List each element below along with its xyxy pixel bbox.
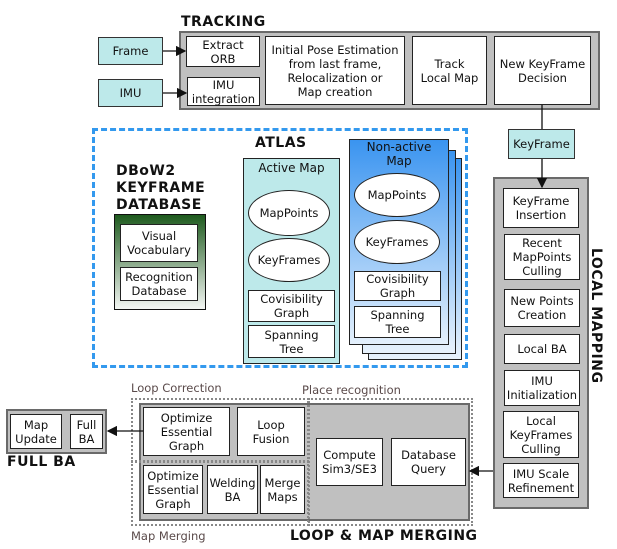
active-mappoints-ellipse: MapPoints <box>248 190 330 236</box>
merge-maps-box: Merge Maps <box>260 465 305 514</box>
new-keyframe-decision-box: New KeyFrame Decision <box>494 36 591 105</box>
lm-step-imu-initialization: IMU Initialization <box>504 370 580 406</box>
extract-orb-box: Extract ORB <box>186 36 260 67</box>
atlas-title: ATLAS <box>255 135 307 151</box>
welding-ba-box: Welding BA <box>207 465 258 514</box>
active-spanning-tree-box: Spanning Tree <box>248 325 335 358</box>
non-active-map-title: Non-active Map <box>366 140 432 168</box>
map-update-box: Map Update <box>10 414 62 449</box>
loop-fusion-box: Loop Fusion <box>237 407 305 456</box>
dbow2-title: DBoW2 KEYFRAME DATABASE <box>116 163 206 213</box>
initial-pose-estimation-box: Initial Pose Estimation from last frame,… <box>265 36 405 105</box>
lm-step-imu-scale-refinement: IMU Scale Refinement <box>503 463 579 498</box>
lm-step-local-ba: Local BA <box>504 334 580 364</box>
active-map-title: Active Map <box>258 161 325 175</box>
database-query-box: Database Query <box>391 438 466 486</box>
map-merging-label: Map Merging <box>131 529 206 543</box>
imu-integration-box: IMU integration <box>187 77 260 106</box>
full-ba-box: Full BA <box>70 414 103 449</box>
nonactive-spanning-tree-box: Spanning Tree <box>354 306 441 338</box>
place-recognition-label: Place recognition <box>302 383 401 397</box>
nonactive-mappoints-ellipse: MapPoints <box>354 173 440 217</box>
active-covisibility-graph-box: Covisibility Graph <box>248 290 335 322</box>
lm-step-recent-mappoints-culling: Recent MapPoints Culling <box>504 234 580 280</box>
imu-input: IMU <box>98 79 163 107</box>
nonactive-covisibility-graph-box: Covisibility Graph <box>354 271 441 301</box>
tracking-title: TRACKING <box>181 14 266 30</box>
frame-input: Frame <box>98 37 163 65</box>
lm-step-local-keyframes-culling: Local KeyFrames Culling <box>503 411 579 458</box>
loop-map-merging-title: LOOP & MAP MERGING <box>290 528 478 544</box>
active-keyframes-ellipse: KeyFrames <box>248 238 330 282</box>
recognition-database-box: Recognition Database <box>120 267 198 301</box>
track-local-map-box: Track Local Map <box>412 36 487 105</box>
lm-step-new-points-creation: New Points Creation <box>504 289 580 327</box>
full-ba-title: FULL BA <box>7 454 76 470</box>
lm-step-keyframe-insertion: KeyFrame Insertion <box>503 188 579 228</box>
mm-optimize-essential-graph-box: Optimize Essential Graph <box>143 465 203 514</box>
compute-sim3-box: Compute Sim3/SE3 <box>316 438 383 486</box>
loop-correction-label: Loop Correction <box>131 381 222 395</box>
keyframe-node: KeyFrame <box>508 129 575 159</box>
local-mapping-title: LOCAL MAPPING <box>588 248 604 384</box>
visual-vocabulary-box: Visual Vocabulary <box>120 224 198 262</box>
nonactive-keyframes-ellipse: KeyFrames <box>354 220 440 264</box>
lc-optimize-essential-graph-box: Optimize Essential Graph <box>143 407 230 456</box>
